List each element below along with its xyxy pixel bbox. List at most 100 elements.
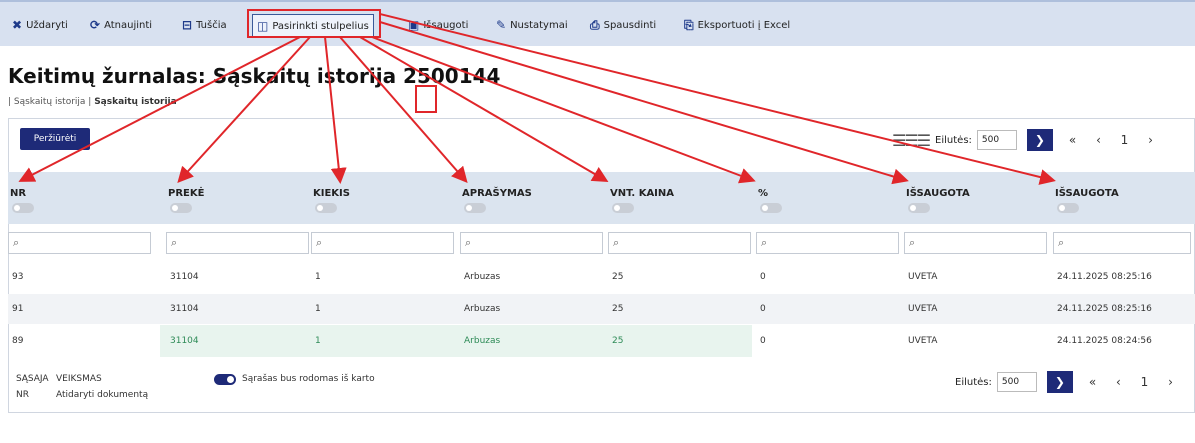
clear-label: Tuščia	[196, 19, 227, 31]
column-filter-input[interactable]: ⌕	[460, 232, 603, 254]
print-label: Spausdinti	[603, 19, 657, 31]
column-header[interactable]: KIEKIS	[313, 188, 350, 199]
search-icon: ⌕	[316, 236, 323, 249]
settings-label: Nustatymai	[510, 19, 568, 31]
table-row[interactable]: 93 31104 1 Arbuzas 25 0 UVETA 24.11.2025 08:25:…	[8, 262, 1195, 292]
page-navigation-bottom[interactable]: « ‹ 1 ›	[1089, 375, 1181, 389]
table-cell: UVETA	[908, 304, 938, 314]
go-button[interactable]: ❯	[1026, 129, 1053, 151]
table-cell: 31104	[170, 304, 199, 314]
column-header[interactable]: PREKĖ	[168, 188, 204, 199]
print-button[interactable]: ⎙ Spausdinti	[590, 15, 656, 35]
search-icon: ⌕	[909, 236, 916, 249]
table-cell: 0	[760, 336, 766, 346]
column-filter-input[interactable]: ⌕	[608, 232, 751, 254]
table-cell: 0	[760, 304, 766, 314]
search-icon: ⌕	[613, 236, 620, 249]
table-row[interactable]: 89 31104 1 Arbuzas 25 0 UVETA 24.11.2025 08:24:…	[8, 326, 1195, 356]
column-header[interactable]: IŠSAUGOTA	[1055, 188, 1119, 199]
table-cell: 25	[612, 272, 624, 282]
column-filter-input[interactable]: ⌕	[904, 232, 1047, 254]
density-icons[interactable]: ☰☰☰	[892, 131, 931, 150]
top-pager: ☰☰☰ Eilutės: 500 ❯ « ‹ 1 ›	[892, 128, 1161, 152]
column-header[interactable]: %	[758, 188, 768, 199]
table-cell: 25	[612, 304, 624, 314]
column-header[interactable]: NR	[10, 188, 26, 199]
column-toggle[interactable]	[612, 203, 634, 213]
table-cell: 1	[315, 336, 321, 346]
export-icon: ⎘	[684, 17, 694, 32]
search-icon: ⌕	[761, 236, 768, 249]
go-button-bottom[interactable]: ❯	[1046, 371, 1073, 393]
column-header[interactable]: APRAŠYMAS	[462, 188, 532, 199]
close-label: Uždaryti	[26, 19, 68, 31]
select-columns-label: Pasirinkti stulpelius	[272, 20, 369, 32]
table-cell: Arbuzas	[464, 336, 501, 346]
page-navigation[interactable]: « ‹ 1 ›	[1069, 133, 1161, 147]
breadcrumb: | Sąskaitų istorija | Sąskaitų istorija	[8, 97, 177, 107]
column-toggle[interactable]	[760, 203, 782, 213]
rows-label: Eilutės:	[935, 134, 972, 146]
table-row[interactable]: 91 31104 1 Arbuzas 25 0 UVETA 24.11.2025 08:25:…	[8, 294, 1195, 324]
refresh-icon: ⟳	[90, 18, 101, 32]
export-excel-button[interactable]: ⎘ Eksportuoti į Excel	[684, 15, 790, 35]
save-button[interactable]: ▣ Išsaugoti	[408, 15, 468, 35]
rows-per-page-input-bottom[interactable]: 500	[996, 372, 1037, 392]
table-cell: 89	[12, 336, 24, 346]
save-icon: ▣	[408, 18, 420, 32]
clear-button[interactable]: ⊟ Tuščia	[182, 15, 227, 35]
column-toggle[interactable]	[315, 203, 337, 213]
column-filter-input[interactable]: ⌕	[8, 232, 151, 254]
wrench-icon: ✎	[496, 18, 507, 32]
column-toggle[interactable]	[170, 203, 192, 213]
column-toggle[interactable]	[464, 203, 486, 213]
search-icon: ⌕	[171, 236, 178, 249]
rows-label-bottom: Eilutės:	[955, 376, 992, 388]
list-display-toggle[interactable]	[214, 374, 236, 385]
view-button[interactable]: Peržiūrėti	[20, 128, 90, 150]
refresh-button[interactable]: ⟳ Atnaujinti	[90, 15, 152, 35]
column-header[interactable]: IŠSAUGOTA	[906, 188, 970, 199]
close-icon: ✖	[12, 18, 23, 32]
column-filter-input[interactable]: ⌕	[311, 232, 454, 254]
table-cell: Arbuzas	[464, 272, 501, 282]
select-columns-button[interactable]: ◫ Pasirinkti stulpelius	[252, 14, 374, 38]
refresh-label: Atnaujinti	[104, 19, 153, 31]
search-icon: ⌕	[13, 236, 20, 249]
table-cell: Arbuzas	[464, 304, 501, 314]
save-label: Išsaugoti	[423, 19, 469, 31]
table-cell: 24.11.2025 08:25:16	[1057, 304, 1152, 314]
table-cell: 91	[12, 304, 24, 314]
page-title: Keitimų žurnalas: Sąskaitų istorija 2500…	[8, 64, 501, 88]
annotation-box-small	[415, 85, 437, 113]
list-toggle-label: Sąrašas bus rodomas iš karto	[242, 374, 375, 384]
column-toggle[interactable]	[1057, 203, 1079, 213]
column-filter-input[interactable]: ⌕	[756, 232, 899, 254]
column-header[interactable]: VNT. KAINA	[610, 188, 674, 199]
table-cell: UVETA	[908, 272, 938, 282]
table-cell: 24.11.2025 08:24:56	[1057, 336, 1152, 346]
footer-sasaja: SĄSAJA	[16, 374, 49, 384]
table-cell: 31104	[170, 336, 199, 346]
table-cell: 93	[12, 272, 24, 282]
clear-icon: ⊟	[182, 18, 193, 32]
settings-button[interactable]: ✎ Nustatymai	[496, 15, 568, 35]
close-button[interactable]: ✖ Uždaryti	[12, 15, 68, 35]
column-filter-input[interactable]: ⌕	[166, 232, 309, 254]
breadcrumb-link[interactable]: | Sąskaitų istorija |	[8, 97, 91, 107]
table-cell: 0	[760, 272, 766, 282]
table-cell: 25	[612, 336, 624, 346]
column-toggle[interactable]	[12, 203, 34, 213]
print-icon: ⎙	[590, 17, 600, 32]
table-cell: 31104	[170, 272, 199, 282]
table-cell: UVETA	[908, 336, 938, 346]
export-excel-label: Eksportuoti į Excel	[697, 19, 791, 31]
bottom-pager: Eilutės: 500 ❯ « ‹ 1 ›	[955, 370, 1181, 394]
search-icon: ⌕	[1058, 236, 1065, 249]
rows-per-page-input[interactable]: 500	[976, 130, 1017, 150]
column-filter-input[interactable]: ⌕	[1053, 232, 1191, 254]
column-toggle[interactable]	[908, 203, 930, 213]
footer-nr: NR	[16, 390, 29, 400]
open-document-link[interactable]: Atidaryti dokumentą	[56, 390, 148, 400]
table-cell: 24.11.2025 08:25:16	[1057, 272, 1152, 282]
